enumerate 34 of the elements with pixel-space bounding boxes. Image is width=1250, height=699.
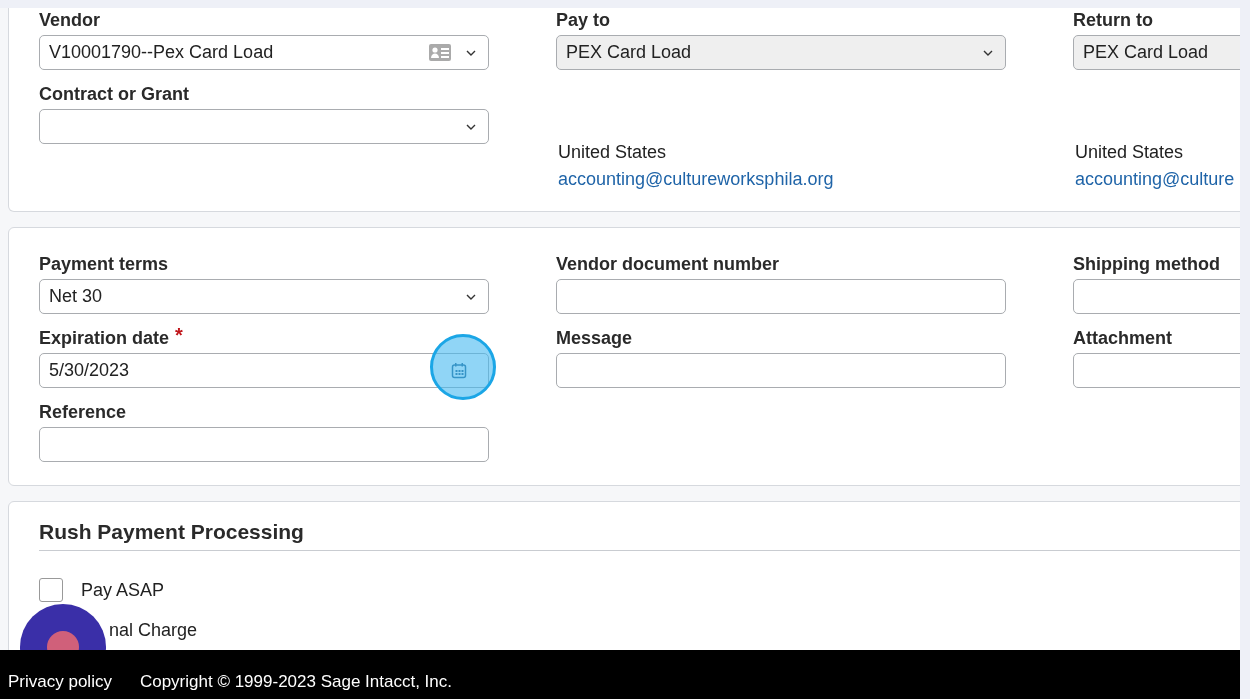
- date-field[interactable]: 5/30/2023: [39, 353, 489, 388]
- email-link[interactable]: accounting@cultureworksphila.org: [558, 166, 1006, 193]
- contact-card-icon[interactable]: [428, 43, 452, 62]
- section-heading: Rush Payment Processing: [39, 518, 1240, 551]
- field-label: Reference: [39, 401, 127, 424]
- input-field[interactable]: [556, 279, 1006, 314]
- field-label: Payment terms: [39, 253, 169, 276]
- field-label: Message: [556, 327, 633, 350]
- copyright-text: Copyright © 1999-2023 Sage Intacct, Inc.: [139, 672, 453, 692]
- input-field[interactable]: [39, 427, 489, 462]
- address-country: United States: [1075, 141, 1185, 164]
- field-label: Return to: [1073, 9, 1153, 32]
- input-field[interactable]: [556, 353, 1006, 388]
- field-label: Shipping method: [1073, 253, 1220, 276]
- email-link[interactable]: accounting@culture: [1075, 166, 1240, 193]
- chevron-down-icon[interactable]: [466, 49, 476, 56]
- checkbox-label: Pay ASAP: [81, 579, 165, 601]
- chevron-down-icon[interactable]: [466, 293, 476, 300]
- field-label: Contract or Grant: [39, 83, 189, 106]
- checkbox[interactable]: [39, 578, 63, 602]
- calendar-icon[interactable]: [451, 362, 467, 379]
- chevron-down-icon[interactable]: [466, 123, 476, 130]
- field-label: Vendor: [39, 9, 100, 32]
- required-mark: *: [175, 326, 183, 344]
- field-label: Vendor document number: [556, 253, 780, 276]
- field-label: Attachment: [1073, 327, 1172, 350]
- field-label: Pay to: [556, 9, 611, 32]
- checkbox-label: nal Charge: [109, 619, 198, 641]
- privacy-policy-link[interactable]: Privacy policy: [8, 672, 112, 692]
- dropdown-field[interactable]: Net 30: [39, 279, 489, 314]
- dropdown-field[interactable]: [39, 109, 489, 144]
- field-label: Expiration date: [39, 327, 170, 350]
- address-country: United States: [558, 141, 668, 164]
- dropdown-field[interactable]: V10001790--Pex Card Load: [39, 35, 489, 70]
